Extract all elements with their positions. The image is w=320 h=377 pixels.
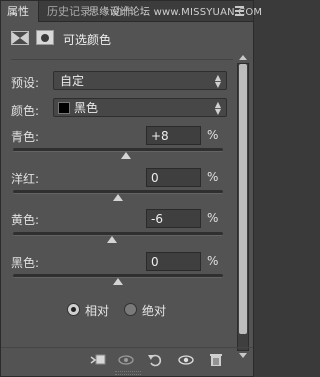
scrollbar-track[interactable] [237, 63, 249, 351]
cyan-percent: % [207, 128, 219, 142]
reset-icon[interactable] [146, 352, 164, 368]
preset-label: 预设: [11, 76, 40, 90]
adjustment-title: 可选颜色 [63, 33, 112, 47]
updown-arrows-icon: ▲ ▼ [214, 73, 221, 89]
resize-grip[interactable] [115, 371, 141, 375]
black-slider-thumb[interactable] [113, 278, 123, 285]
magenta-input[interactable] [146, 168, 201, 187]
scrollbar-thumb[interactable] [239, 64, 247, 334]
colors-value: 黑色 [74, 101, 99, 115]
tab-properties[interactable]: 属性 [1, 1, 39, 22]
trash-icon[interactable] [207, 352, 225, 368]
black-percent: % [207, 254, 219, 268]
panel-tab-bar: 属性 历史记录 动作 思缘设计论坛 www.MISSYUAN.COM [1, 1, 262, 22]
yellow-input[interactable] [146, 209, 201, 228]
adjustment-header: 可选颜色 [1, 23, 241, 53]
cyan-slider-thumb[interactable] [121, 152, 131, 159]
absolute-radio[interactable] [124, 303, 137, 316]
color-swatch [58, 102, 70, 114]
panel-menu-icon[interactable] [233, 4, 247, 18]
black-label: 黑色: [11, 256, 40, 270]
header-divider [11, 59, 233, 60]
absolute-label: 绝对 [142, 304, 167, 318]
yellow-slider-thumb[interactable] [107, 236, 117, 243]
yellow-label: 黄色: [11, 213, 40, 227]
layer-mask-icon[interactable] [36, 30, 54, 45]
scroll-up-icon[interactable] [239, 55, 247, 60]
preset-value: 自定 [60, 74, 85, 88]
relative-label: 相对 [85, 304, 110, 318]
bottom-toolbar [1, 347, 253, 371]
yellow-slider-track[interactable] [13, 232, 223, 236]
selective-color-icon[interactable] [11, 31, 29, 45]
colors-label: 颜色: [11, 104, 40, 118]
updown-arrows-icon: ▲ ▼ [214, 100, 221, 116]
magenta-label: 洋红: [11, 172, 40, 186]
preset-dropdown[interactable]: 自定 ▲ ▼ [53, 71, 227, 90]
tab-label: 历史记录 [47, 5, 91, 18]
relative-radio[interactable] [67, 303, 80, 316]
clip-to-layer-icon[interactable] [89, 352, 107, 368]
view-previous-icon[interactable] [117, 352, 135, 368]
black-input[interactable] [146, 252, 201, 271]
magenta-slider-thumb[interactable] [113, 194, 123, 201]
visibility-eye-icon[interactable] [177, 352, 195, 368]
properties-panel: 属性 历史记录 动作 思缘设计论坛 www.MISSYUAN.COM 可选颜色 … [0, 0, 262, 377]
cyan-label: 青色: [11, 130, 40, 144]
cyan-input[interactable] [146, 126, 201, 145]
cyan-slider-track[interactable] [13, 148, 223, 152]
tab-label: 属性 [7, 5, 29, 18]
colors-dropdown[interactable]: 黑色 ▲ ▼ [53, 98, 227, 117]
yellow-percent: % [207, 211, 219, 225]
magenta-percent: % [207, 170, 219, 184]
